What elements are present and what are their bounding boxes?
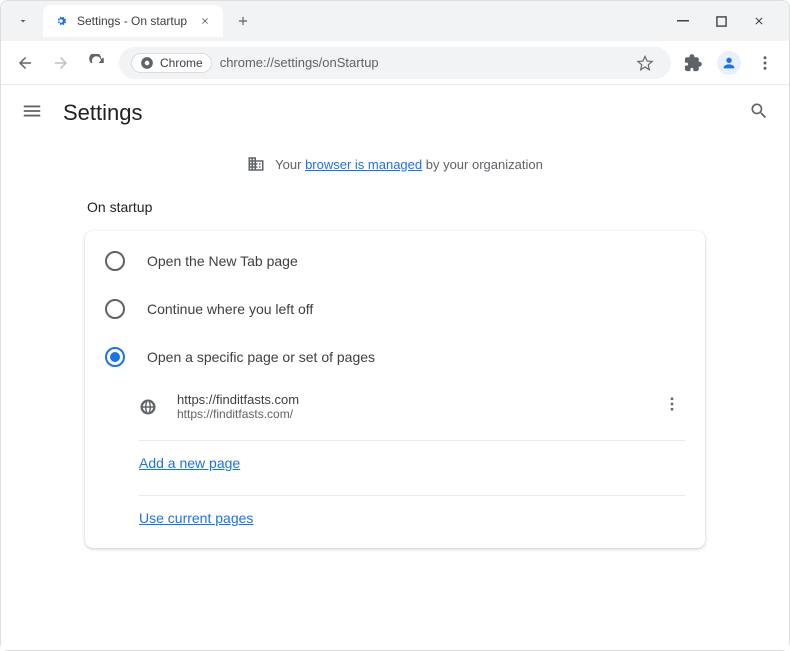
radio-label: Continue where you left off (147, 301, 313, 317)
add-new-page-link[interactable]: Add a new page (139, 455, 240, 471)
maximize-button[interactable] (711, 11, 731, 31)
back-button[interactable] (11, 49, 39, 77)
radio-icon (105, 347, 125, 367)
settings-gear-icon (53, 13, 69, 29)
plus-icon (236, 14, 250, 28)
close-icon (753, 15, 765, 27)
radio-label: Open a specific page or set of pages (147, 349, 375, 365)
chrome-logo-icon (140, 56, 154, 70)
search-settings-button[interactable] (749, 101, 769, 126)
main-menu-button[interactable] (21, 100, 43, 127)
close-icon (200, 16, 210, 26)
site-chip[interactable]: Chrome (131, 53, 212, 73)
managed-banner: Your browser is managed by your organiza… (1, 141, 789, 187)
radio-icon (105, 251, 125, 271)
radio-label: Open the New Tab page (147, 253, 298, 269)
hamburger-icon (21, 100, 43, 122)
tab-search-button[interactable] (9, 7, 37, 35)
radio-open-new-tab[interactable]: Open the New Tab page (85, 237, 705, 285)
browser-managed-link[interactable]: browser is managed (305, 157, 422, 172)
profile-button[interactable] (715, 49, 743, 77)
reload-icon (88, 54, 106, 72)
reload-button[interactable] (83, 49, 111, 77)
radio-continue[interactable]: Continue where you left off (85, 285, 705, 333)
arrow-right-icon (52, 54, 70, 72)
menu-button[interactable] (751, 49, 779, 77)
minimize-icon (677, 15, 689, 27)
settings-header: Settings (1, 85, 789, 141)
omnibox[interactable]: Chrome chrome://settings/onStartup (119, 47, 671, 79)
avatar-icon (717, 51, 741, 75)
bookmark-button[interactable] (631, 49, 659, 77)
page-url-full: https://finditfasts.com/ (177, 407, 639, 421)
close-window-button[interactable] (749, 11, 769, 31)
radio-icon (105, 299, 125, 319)
toolbar: Chrome chrome://settings/onStartup (1, 41, 789, 85)
tab-close-button[interactable] (197, 13, 213, 29)
radio-specific-pages[interactable]: Open a specific page or set of pages (85, 333, 705, 381)
new-tab-button[interactable] (229, 7, 257, 35)
page-title: Settings (63, 100, 143, 126)
page-entry-more-button[interactable] (659, 391, 685, 422)
browser-tab[interactable]: Settings - On startup (43, 5, 223, 37)
extensions-button[interactable] (679, 49, 707, 77)
star-icon (636, 54, 654, 72)
building-icon (247, 155, 265, 173)
use-current-pages-link[interactable]: Use current pages (139, 510, 253, 526)
section-title: On startup (85, 187, 705, 231)
maximize-icon (716, 16, 727, 27)
tab-title: Settings - On startup (77, 14, 189, 28)
startup-page-entry: https://finditfasts.com https://finditfa… (85, 381, 705, 432)
titlebar: Settings - On startup (1, 1, 789, 41)
arrow-left-icon (16, 54, 34, 72)
chevron-down-icon (17, 15, 29, 27)
startup-card: Open the New Tab page Continue where you… (85, 231, 705, 548)
globe-icon (139, 398, 157, 416)
banner-text: Your browser is managed by your organiza… (275, 157, 543, 172)
minimize-button[interactable] (673, 11, 693, 31)
search-icon (749, 101, 769, 121)
more-vert-icon (663, 395, 681, 413)
more-vert-icon (756, 54, 774, 72)
forward-button[interactable] (47, 49, 75, 77)
puzzle-icon (684, 54, 702, 72)
omnibox-url: chrome://settings/onStartup (220, 55, 379, 70)
page-url-title: https://finditfasts.com (177, 392, 639, 407)
site-chip-label: Chrome (160, 56, 203, 70)
